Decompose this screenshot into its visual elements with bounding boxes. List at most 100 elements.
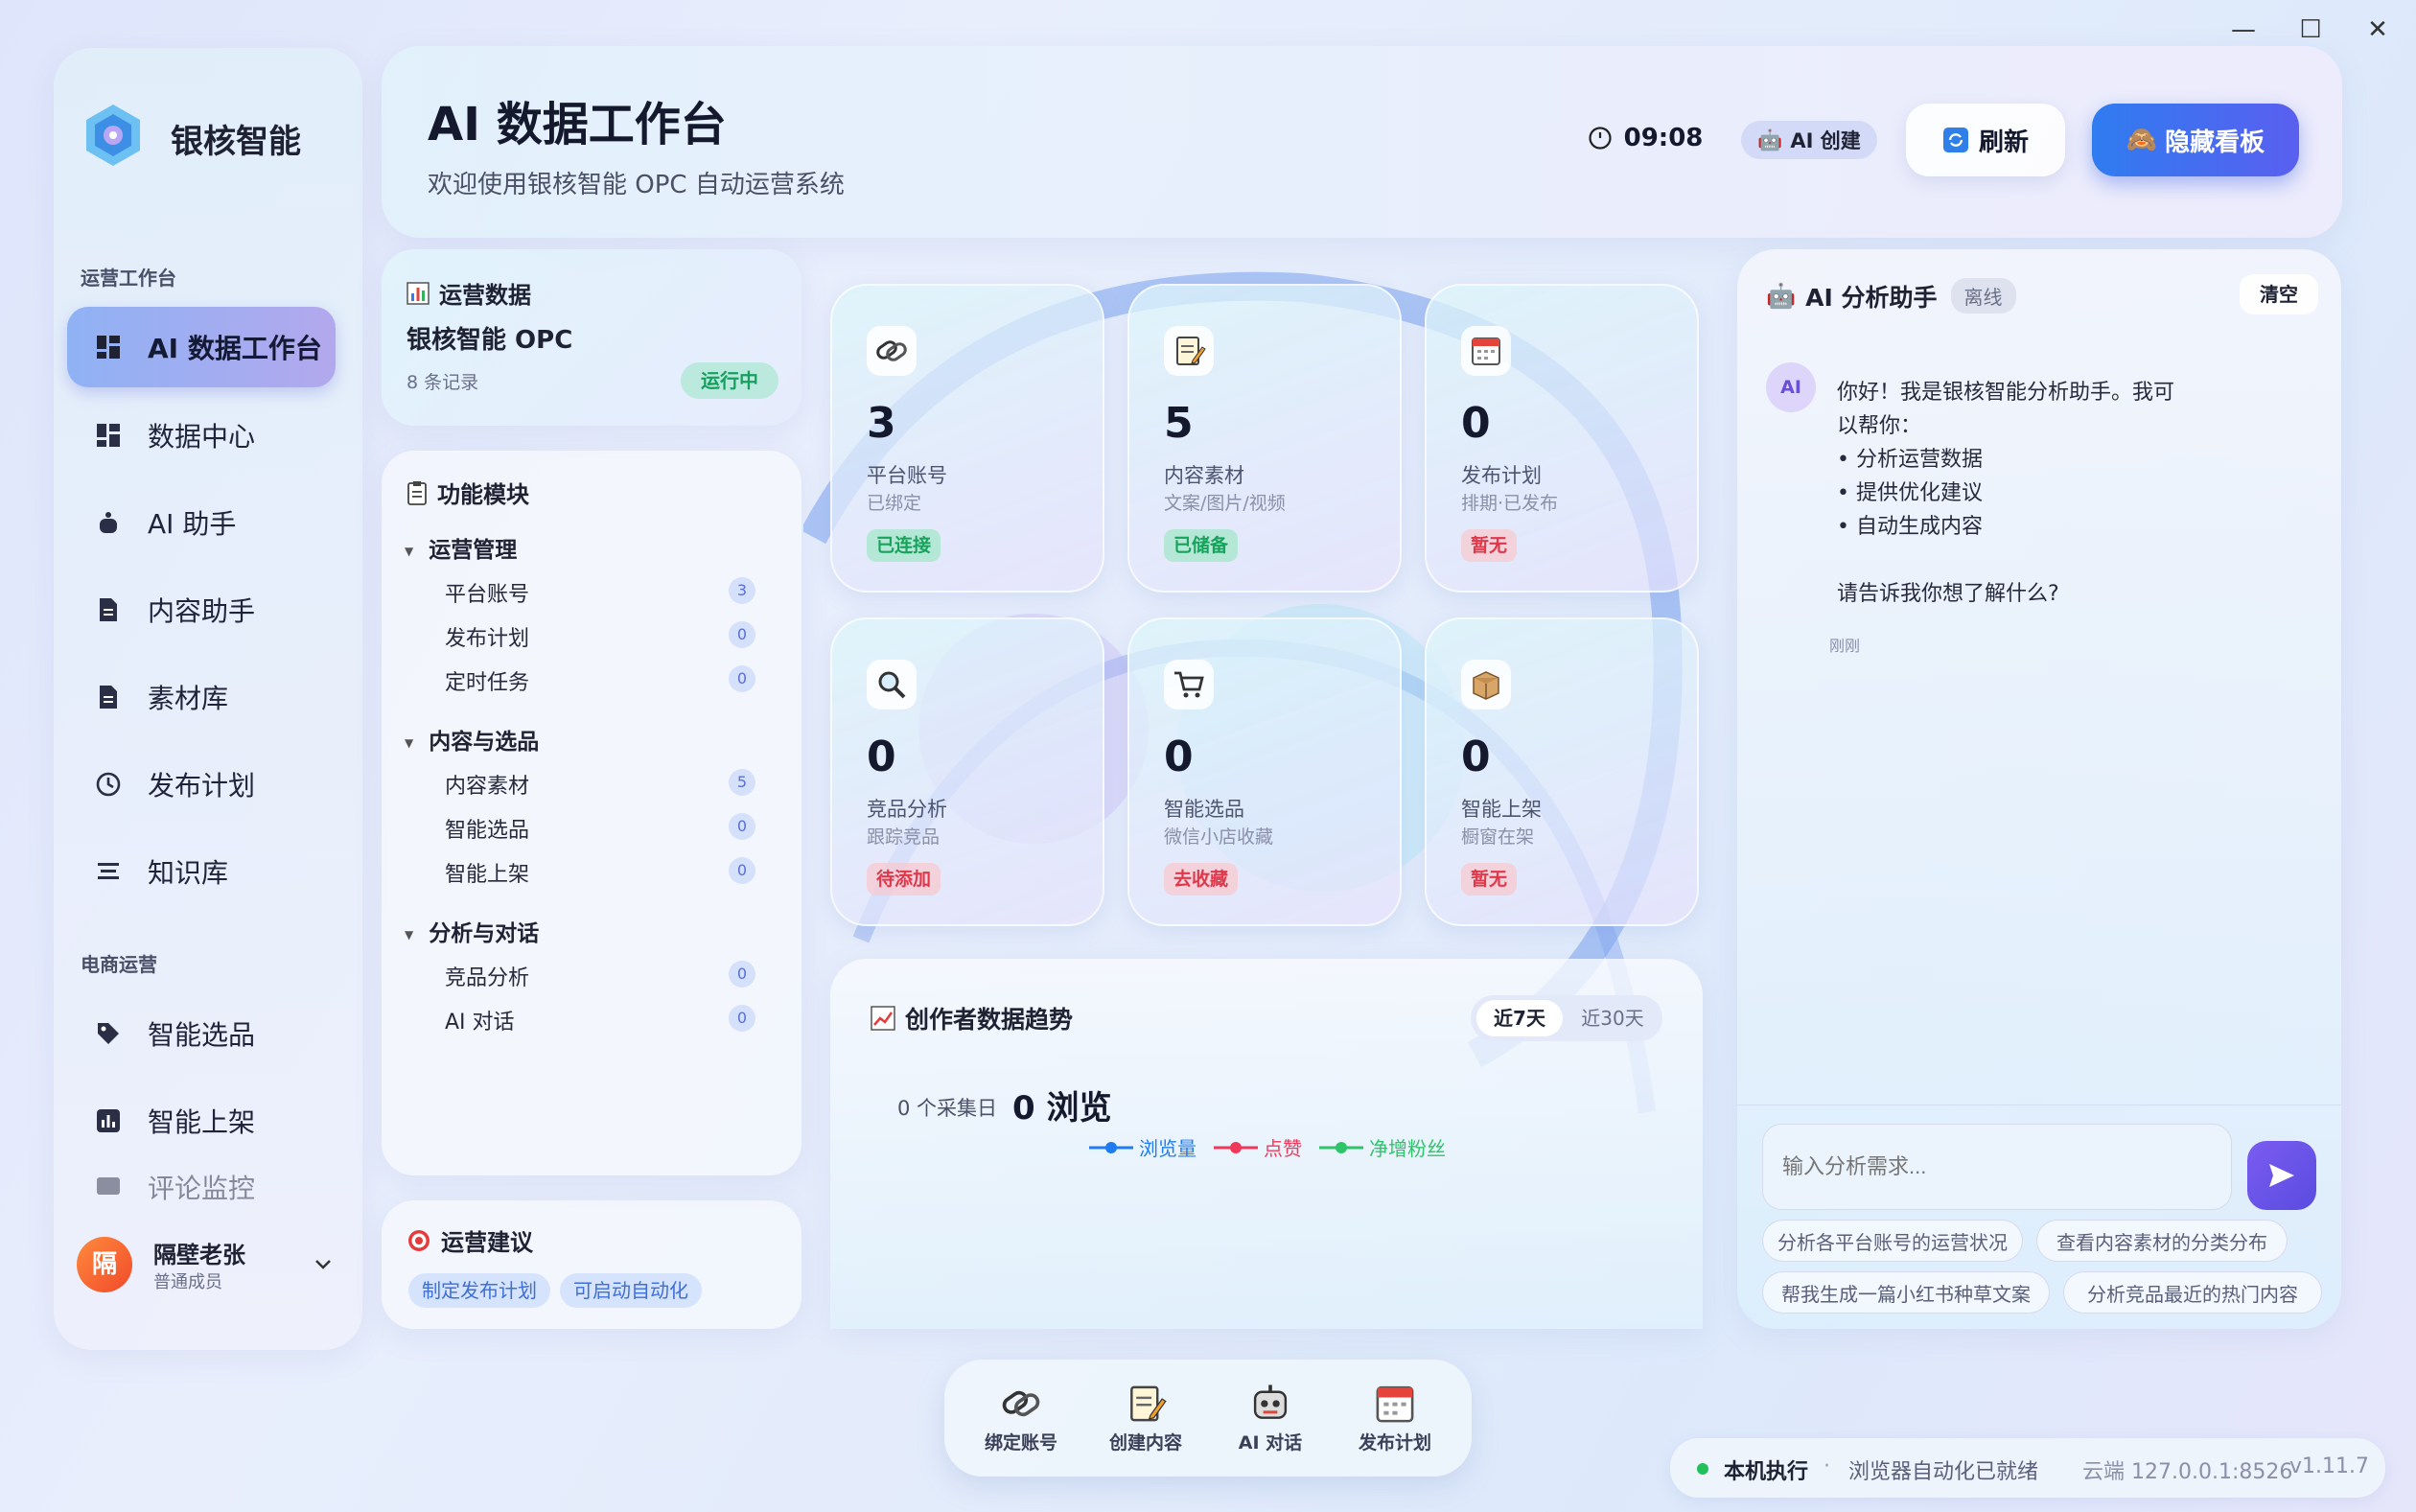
tile-title: 内容素材	[1164, 464, 1244, 487]
grid-icon	[94, 421, 123, 450]
triangle-down-icon: ▼	[405, 544, 414, 558]
module-smart-listing[interactable]: 智能上架	[445, 857, 529, 888]
suggestion-chip[interactable]: 分析各平台账号的运营状况	[1762, 1220, 2023, 1262]
monkey-icon: 🙈	[2126, 126, 2158, 154]
section-label-ecommerce: 电商运营	[81, 953, 157, 976]
views-total: 0 浏览	[1012, 1089, 1112, 1128]
close-button[interactable]: ✕	[2358, 13, 2397, 46]
dock-bind-account[interactable]: 绑定账号	[964, 1373, 1079, 1454]
tile-competitor-analysis[interactable]: 0 竞品分析 跟踪竞品 待添加	[830, 617, 1104, 926]
dock-label: 绑定账号	[984, 1432, 1057, 1454]
ai-create-badge[interactable]: 🤖 AI 创建	[1741, 121, 1877, 159]
advice-tag[interactable]: 可启动自动化	[560, 1273, 702, 1308]
group-operations[interactable]: ▼ 运营管理	[405, 531, 517, 564]
sidebar: 银核智能 运营工作台 AI 数据工作台 数据中心 AI 助手 内容助手 素材库 …	[54, 48, 362, 1350]
module-publish-plan[interactable]: 发布计划	[445, 621, 529, 652]
sidebar-item-label: 知识库	[148, 857, 229, 889]
page-title: AI 数据工作台	[428, 98, 727, 151]
suggestion-chip[interactable]: 帮我生成一篇小红书种草文案	[1762, 1271, 2050, 1314]
modules-title: 功能模块	[437, 481, 529, 508]
group-analysis-chat[interactable]: ▼ 分析与对话	[405, 915, 539, 947]
tile-platform-accounts[interactable]: 3 平台账号 已绑定 已连接	[830, 284, 1104, 593]
dock-publish-plan[interactable]: 发布计划	[1337, 1373, 1452, 1454]
triangle-down-icon: ▼	[405, 735, 414, 750]
ops-name: 银核智能 OPC	[407, 326, 573, 355]
tile-subtitle: 橱窗在架	[1461, 826, 1535, 848]
suggestion-chip[interactable]: 查看内容素材的分类分布	[2036, 1220, 2288, 1262]
count-badge: 0	[729, 1005, 755, 1032]
message-time: 刚刚	[1829, 637, 1861, 655]
module-platform-accounts[interactable]: 平台账号	[445, 577, 529, 608]
status-badge: 运行中	[681, 362, 778, 399]
tab-7-days[interactable]: 近7天	[1476, 1000, 1563, 1036]
tile-status-tag: 暂无	[1461, 529, 1518, 562]
module-competitor-analysis[interactable]: 竞品分析	[445, 961, 529, 991]
send-button[interactable]	[2247, 1141, 2316, 1210]
sidebar-item-comment-monitor[interactable]: 评论监控	[67, 1168, 336, 1206]
dock-label: 发布计划	[1358, 1432, 1431, 1454]
robot-icon	[94, 508, 123, 537]
browser-status: 浏览器自动化已就绪	[1848, 1460, 2039, 1484]
tile-title: 平台账号	[867, 464, 947, 487]
ops-title: 运营数据	[439, 282, 531, 309]
tile-smart-listing[interactable]: 0 智能上架 橱窗在架 暂无	[1425, 617, 1699, 926]
robot-icon	[1249, 1383, 1291, 1425]
chevron-down-icon[interactable]	[314, 1259, 332, 1270]
user-profile[interactable]: 隔 隔壁老张 普通成员	[73, 1222, 343, 1309]
memo-icon	[1125, 1383, 1167, 1425]
cart-icon	[1164, 660, 1214, 709]
refresh-button[interactable]: 刷新	[1906, 104, 2065, 176]
trend-card: 创作者数据趋势 近7天 近30天 0 个采集日 0 浏览 浏览量 点赞 净增粉丝	[830, 959, 1703, 1329]
sidebar-item-knowledge-base[interactable]: 知识库	[67, 831, 336, 912]
tile-number: 0	[1461, 733, 1491, 781]
robot-icon: 🤖	[1766, 281, 1797, 310]
sidebar-item-label: 数据中心	[148, 421, 256, 453]
sidebar-item-data-center[interactable]: 数据中心	[67, 395, 336, 476]
sidebar-item-ai-dashboard[interactable]: AI 数据工作台	[67, 307, 336, 387]
count-badge: 0	[729, 665, 755, 692]
page-subtitle: 欢迎使用银核智能 OPC 自动运营系统	[428, 171, 845, 199]
link-icon	[1000, 1383, 1042, 1425]
sidebar-item-smart-selection[interactable]: 智能选品	[67, 993, 336, 1074]
tab-30-days[interactable]: 近30天	[1568, 1000, 1657, 1036]
sidebar-item-ai-assistant[interactable]: AI 助手	[67, 482, 336, 563]
group-content-selection[interactable]: ▼ 内容与选品	[405, 723, 539, 756]
hide-board-button[interactable]: 🙈 隐藏看板	[2092, 104, 2299, 176]
clock-display: 09:08	[1580, 113, 1710, 163]
dock-label: AI 对话	[1238, 1432, 1303, 1454]
sidebar-item-content-assistant[interactable]: 内容助手	[67, 570, 336, 650]
magnifier-icon	[867, 660, 917, 709]
tile-title: 智能选品	[1164, 798, 1244, 821]
tile-smart-selection[interactable]: 0 智能选品 微信小店收藏 去收藏	[1127, 617, 1402, 926]
sidebar-item-material-library[interactable]: 素材库	[67, 657, 336, 737]
tile-publish-plan[interactable]: 0 发布计划 排期·已发布 暂无	[1425, 284, 1699, 593]
minimize-button[interactable]: —	[2224, 13, 2263, 46]
module-scheduled-tasks[interactable]: 定时任务	[445, 665, 529, 696]
suggestion-chip[interactable]: 分析竞品最近的热门内容	[2063, 1271, 2322, 1314]
module-ai-chat[interactable]: AI 对话	[445, 1005, 515, 1035]
ai-chat-panel: 🤖 AI 分析助手 离线 清空 AI 你好！我是银核智能分析助手。我可 以帮你：…	[1737, 249, 2341, 1329]
trend-legend: 浏览量 点赞 净增粉丝	[1089, 1133, 1446, 1161]
sidebar-item-label: 素材库	[148, 683, 229, 714]
module-smart-selection[interactable]: 智能选品	[445, 813, 529, 844]
sidebar-item-smart-listing[interactable]: 智能上架	[67, 1081, 336, 1161]
maximize-button[interactable]: ☐	[2291, 13, 2330, 46]
section-label-operations: 运营工作台	[81, 267, 176, 290]
file-icon	[94, 683, 123, 711]
clear-button[interactable]: 清空	[2240, 274, 2318, 314]
dock-create-content[interactable]: 创建内容	[1088, 1373, 1203, 1454]
chat-input[interactable]	[1762, 1124, 2232, 1210]
book-icon	[94, 857, 123, 886]
sidebar-item-publish-plan[interactable]: 发布计划	[67, 744, 336, 825]
tile-content-materials[interactable]: 5 内容素材 文案/图片/视频 已储备	[1127, 284, 1402, 593]
advice-tag[interactable]: 制定发布计划	[408, 1273, 550, 1308]
clock-icon	[94, 770, 123, 799]
target-icon	[408, 1229, 430, 1251]
dock-ai-chat[interactable]: AI 对话	[1213, 1373, 1328, 1454]
clock-time: 09:08	[1623, 124, 1704, 152]
module-content-materials[interactable]: 内容素材	[445, 769, 529, 800]
ai-create-label: AI 创建	[1790, 129, 1861, 152]
sidebar-item-label: 智能上架	[148, 1106, 256, 1138]
sidebar-item-label: AI 数据工作台	[148, 333, 322, 364]
sidebar-item-label: 评论监控	[148, 1173, 256, 1204]
